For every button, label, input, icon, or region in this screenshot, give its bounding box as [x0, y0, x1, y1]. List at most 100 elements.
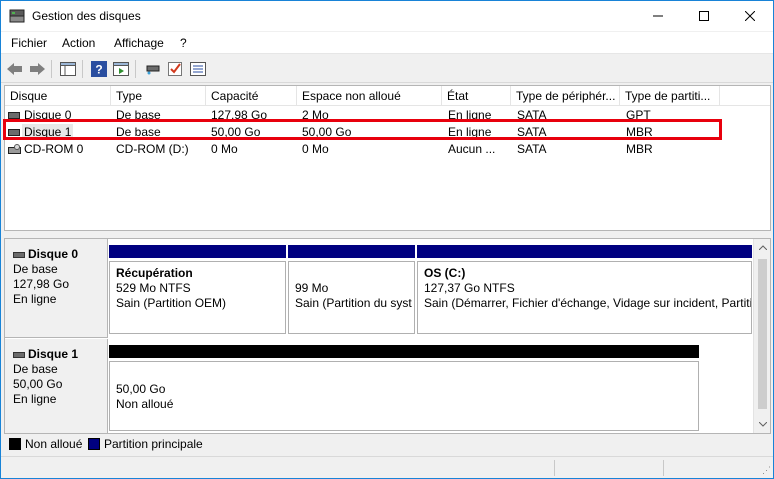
disk-icon	[13, 351, 25, 358]
disk-1-name-row: Disque 1	[13, 347, 107, 362]
partition-title: OS (C:)	[424, 266, 466, 280]
cdrom-icon	[8, 144, 21, 154]
partition-system[interactable]: 99 Mo Sain (Partition du syst	[288, 245, 415, 334]
column-header-etat[interactable]: État	[442, 86, 511, 106]
status-pane-divider	[554, 460, 555, 476]
menu-fichier[interactable]: Fichier	[11, 36, 47, 50]
title-bar[interactable]: Gestion des disques	[1, 1, 773, 31]
disk-1-size: 50,00 Go	[13, 377, 63, 391]
cell-unallocated: 0 Mo	[302, 142, 329, 156]
disk-1-state: En ligne	[13, 392, 57, 406]
disk-icon	[8, 112, 20, 119]
minimize-icon	[653, 15, 663, 17]
legend-unallocated: Non alloué	[25, 437, 83, 451]
volume-list[interactable]: Disque Type Capacité Espace non alloué É…	[4, 85, 771, 231]
column-header-type[interactable]: Type	[111, 86, 206, 106]
partition-size: 99 Mo	[295, 281, 329, 295]
partition-bar	[417, 245, 752, 258]
cell-partition-type: MBR	[626, 142, 653, 156]
status-bar: ⋰	[1, 456, 773, 478]
partition-status: Non alloué	[116, 397, 174, 411]
check-button[interactable]	[165, 59, 185, 79]
disk-1-name: Disque 1	[28, 347, 79, 361]
resize-grip-icon[interactable]: ⋰	[762, 465, 771, 476]
back-button[interactable]	[5, 59, 25, 79]
table-row[interactable]: CD-ROM 0 CD-ROM (D:) 0 Mo 0 Mo Aucun ...…	[5, 141, 770, 158]
column-header-type-peripherique[interactable]: Type de périphér...	[511, 86, 620, 106]
partition-body: OS (C:) 127,37 Go NTFS Sain (Démarrer, F…	[417, 261, 752, 334]
console-tree-icon	[60, 62, 76, 76]
scroll-down-button[interactable]	[754, 416, 770, 433]
help-button[interactable]: ?	[89, 59, 109, 79]
arrow-left-icon	[7, 63, 22, 75]
partition-status: Sain (Partition du syst	[295, 296, 412, 310]
selection-highlight-box	[3, 119, 722, 140]
close-icon	[745, 11, 755, 21]
show-console-tree-button[interactable]	[58, 59, 78, 79]
disk-0-label[interactable]: Disque 0 De base 127,98 Go En ligne	[5, 239, 108, 338]
cell-type: CD-ROM (D:)	[116, 142, 189, 156]
partition-title: Récupération	[116, 266, 193, 280]
chevron-up-icon	[758, 245, 767, 250]
menu-bar: Fichier Action Affichage ?	[1, 32, 773, 54]
column-header-capacite[interactable]: Capacité	[206, 86, 297, 106]
maximize-button[interactable]	[681, 1, 727, 31]
disk-0-name: Disque 0	[28, 247, 79, 261]
legend-swatch-primary	[88, 438, 100, 450]
partition-unallocated[interactable]: 50,00 Go Non alloué	[109, 345, 699, 431]
disk-1-type: De base	[13, 362, 58, 376]
action-pane-icon	[113, 62, 129, 76]
chevron-down-icon	[758, 422, 767, 427]
menu-help[interactable]: ?	[180, 36, 187, 50]
partition-body: Récupération 529 Mo NTFS Sain (Partition…	[109, 261, 286, 334]
scroll-thumb[interactable]	[758, 259, 767, 409]
minimize-button[interactable]	[635, 1, 681, 31]
partition-title	[295, 266, 414, 281]
partition-status: Sain (Partition OEM)	[116, 296, 227, 310]
arrow-right-icon	[30, 63, 45, 75]
help-icon: ?	[91, 61, 107, 77]
forward-button[interactable]	[27, 59, 47, 79]
disk-0-size: 127,98 Go	[13, 277, 70, 291]
partition-recuperation[interactable]: Récupération 529 Mo NTFS Sain (Partition…	[109, 245, 286, 334]
legend-primary: Partition principale	[104, 437, 203, 451]
disk-0-name-row: Disque 0	[13, 247, 107, 262]
toolbar-separator	[82, 60, 83, 78]
status-pane-divider	[663, 460, 664, 476]
partition-body: 50,00 Go Non alloué	[109, 361, 699, 431]
toolbar-separator	[135, 60, 136, 78]
disk-icon	[13, 251, 25, 258]
legend-swatch-unallocated	[9, 438, 21, 450]
toolbar-separator	[51, 60, 52, 78]
column-header-type-partition[interactable]: Type de partiti...	[620, 86, 720, 106]
disk-0-type: De base	[13, 262, 58, 276]
column-header-disque[interactable]: Disque	[5, 86, 111, 106]
menu-action[interactable]: Action	[62, 36, 95, 50]
partition-status: Sain (Démarrer, Fichier d'échange, Vidag…	[424, 296, 752, 310]
disk-connect-icon	[146, 65, 160, 75]
vertical-scrollbar[interactable]	[753, 239, 770, 433]
partition-size: 127,37 Go NTFS	[424, 281, 515, 295]
close-button[interactable]	[727, 1, 773, 31]
checkmark-icon	[168, 62, 182, 76]
disk-graph-view[interactable]: Disque 0 De base 127,98 Go En ligne Récu…	[4, 238, 771, 434]
scroll-up-button[interactable]	[754, 239, 770, 256]
cell-device-type: SATA	[517, 142, 547, 156]
maximize-icon	[699, 11, 709, 21]
legend: Non alloué Partition principale	[4, 434, 771, 454]
disk-1-label[interactable]: Disque 1 De base 50,00 Go En ligne	[5, 339, 108, 433]
partition-bar	[288, 245, 415, 258]
show-action-pane-button[interactable]	[111, 59, 131, 79]
cell-disk: CD-ROM 0	[24, 142, 84, 156]
properties-button[interactable]	[188, 59, 208, 79]
properties-icon	[190, 62, 206, 76]
disk-0-state: En ligne	[13, 292, 57, 306]
connect-disk-button[interactable]	[143, 59, 163, 79]
cell-capacity: 0 Mo	[211, 142, 238, 156]
partition-size: 529 Mo NTFS	[116, 281, 191, 295]
partition-os-c[interactable]: OS (C:) 127,37 Go NTFS Sain (Démarrer, F…	[417, 245, 752, 334]
disk-management-window: Gestion des disques Fichier Action Affic…	[0, 0, 774, 479]
partition-body: 99 Mo Sain (Partition du syst	[288, 261, 415, 334]
column-header-espace-non-alloue[interactable]: Espace non alloué	[297, 86, 442, 106]
menu-affichage[interactable]: Affichage	[114, 36, 164, 50]
